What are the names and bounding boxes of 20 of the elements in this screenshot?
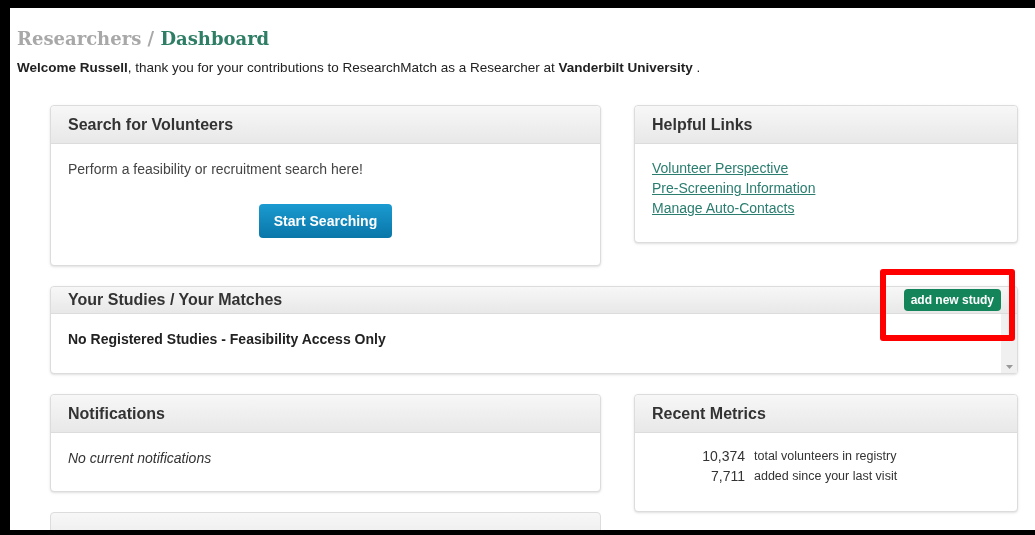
panel-title: Your Studies / Your Matches — [68, 290, 283, 311]
helpful-link[interactable]: Volunteer Perspective — [652, 159, 789, 178]
start-searching-button[interactable]: Start Searching — [258, 204, 393, 239]
metric-value: 10,374 — [701, 448, 745, 465]
metric-value: 7,711 — [710, 468, 745, 485]
panel-title: Search for Volunteers — [68, 114, 234, 135]
search-description: Perform a feasibility or recruitment search here! — [68, 160, 364, 180]
studies-message: No Registered Studies - Feasibility Access Only — [68, 329, 387, 349]
helpful-link[interactable]: Pre-Screening Information — [652, 179, 816, 198]
helpful-link[interactable]: Manage Auto-Contacts — [652, 199, 795, 218]
panel-title: Notifications — [68, 403, 165, 424]
notifications-message: No current notifications — [68, 449, 213, 469]
add-new-study-button[interactable]: add new study — [903, 289, 1001, 312]
welcome-message: Welcome Russell, thank you for your contributions to ResearchMatch as a Researcher at Vanderbilt University . — [17, 59, 702, 77]
metric-label: total volunteers in registry — [754, 448, 897, 465]
metric-label: added since your last visit — [754, 468, 898, 485]
breadcrumb-current: Dashboard — [160, 28, 270, 49]
panel-title: Helpful Links — [652, 114, 753, 135]
scroll-down-arrow-icon[interactable] — [1005, 365, 1013, 370]
panel-title: Recent Metrics — [652, 403, 766, 424]
